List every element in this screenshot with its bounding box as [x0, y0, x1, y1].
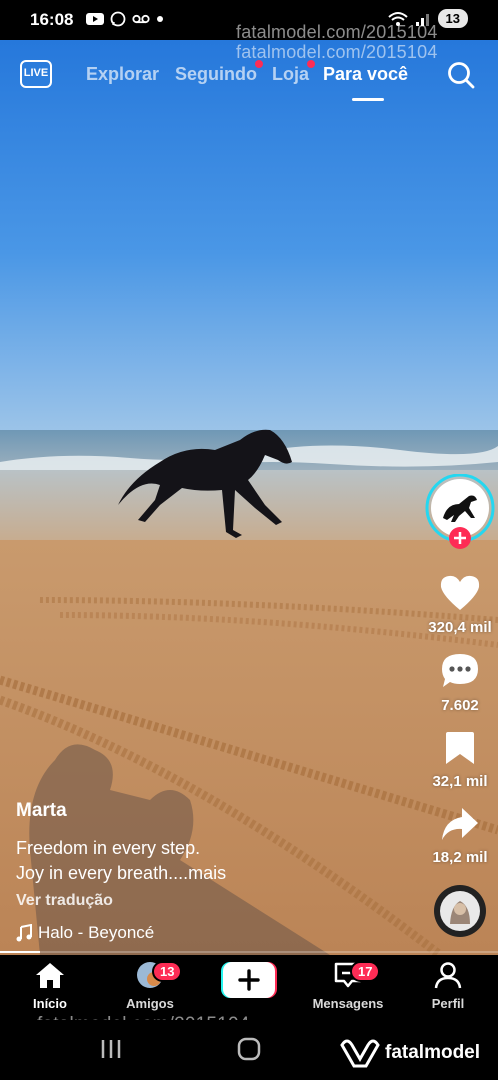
tab-explorar[interactable]: Explorar [86, 64, 159, 85]
recent-apps-icon[interactable] [99, 1038, 123, 1060]
creator-username[interactable]: Marta [16, 800, 67, 822]
video-progress-bar[interactable] [0, 951, 498, 953]
youtube-icon [86, 13, 104, 25]
like-count: 320,4 mil [428, 619, 492, 636]
music-disc-button[interactable] [420, 884, 498, 943]
comment-count: 7.602 [441, 697, 479, 714]
bookmark-icon [446, 732, 474, 764]
nav-home-label: Início [33, 996, 67, 1011]
live-icon-label: LIVE [23, 67, 49, 79]
notification-icons [86, 11, 164, 27]
bottom-nav: Início Amigos 13 Mensagens 17 Perfil [0, 955, 498, 1020]
nav-home[interactable]: Início [2, 961, 98, 1011]
share-count: 18,2 mil [432, 849, 488, 866]
tiktok-screen: 16:08 13 fatalmodel.com/2015104 fatalmod… [0, 0, 498, 1080]
comment-icon [442, 654, 478, 687]
system-navigation-bar: fatalmodel [0, 1020, 498, 1080]
creator-avatar-button[interactable] [420, 473, 498, 555]
music-info[interactable]: Halo - Beyoncé [16, 923, 154, 943]
nav-messages[interactable]: Mensagens 17 [300, 961, 396, 1011]
status-time: 16:08 [30, 10, 74, 29]
watermark-top-1: fatalmodel.com/2015104 [236, 22, 438, 42]
fatalmodel-logo-icon [340, 1039, 380, 1068]
music-disc-icon [434, 885, 486, 937]
comment-button[interactable]: 7.602 [420, 652, 498, 714]
voicemail-icon [132, 14, 150, 24]
caption-line-1: Freedom in every step. [16, 838, 201, 858]
heart-icon [440, 575, 480, 610]
tab-para-voce[interactable]: Para você [323, 64, 408, 85]
music-note-icon [16, 924, 32, 942]
live-button[interactable]: LIVE [20, 60, 52, 88]
profile-icon [434, 962, 462, 989]
save-button[interactable]: 32,1 mil [420, 730, 498, 790]
nav-profile[interactable]: Perfil [400, 961, 496, 1011]
tab-seguindo-label: Seguindo [175, 64, 257, 84]
music-title: Halo - Beyoncé [38, 923, 155, 942]
create-button[interactable] [221, 962, 277, 998]
fatalmodel-logo-text: fatalmodel [385, 1042, 481, 1063]
nav-profile-label: Perfil [431, 996, 465, 1011]
like-button[interactable]: 320,4 mil [420, 574, 498, 636]
home-system-icon[interactable] [237, 1037, 261, 1061]
search-icon[interactable] [446, 60, 476, 90]
translate-link[interactable]: Ver tradução [16, 892, 113, 910]
nav-friends[interactable]: Amigos 13 [102, 961, 198, 1011]
share-button[interactable]: 18,2 mil [420, 806, 498, 866]
creator-avatar [425, 473, 495, 549]
more-notifications-icon [157, 16, 163, 22]
nav-friends-label: Amigos [126, 996, 174, 1011]
loja-notification-dot [307, 60, 316, 68]
top-nav: LIVE Explorar Seguindo Loja Para você [0, 52, 498, 104]
battery-indicator: 13 [437, 9, 468, 28]
whatsapp-icon [110, 11, 126, 27]
tab-seguindo[interactable]: Seguindo [175, 60, 263, 85]
tab-loja[interactable]: Loja [272, 60, 316, 85]
active-tab-indicator [352, 98, 384, 101]
home-icon [36, 963, 64, 988]
save-count: 32,1 mil [432, 773, 488, 790]
nav-messages-label: Mensagens [312, 996, 384, 1011]
caption-line-2[interactable]: Joy in every breath....mais [16, 863, 226, 884]
messages-badge: 17 [350, 961, 381, 982]
video-progress-fill [0, 951, 40, 953]
share-icon [442, 808, 478, 840]
tab-loja-label: Loja [272, 64, 310, 84]
friends-badge: 13 [152, 961, 183, 982]
seguindo-notification-dot [255, 60, 263, 68]
